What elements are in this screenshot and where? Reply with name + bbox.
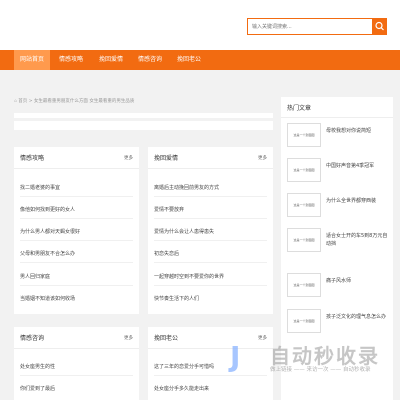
list-item[interactable]: 爱情不要放弃 — [154, 206, 184, 213]
card-love-tips: 情感攻略 更多 找二婚老婆的事宜 像他如何找到更好的女人 为什么男人都对天蝎女很… — [14, 147, 139, 314]
breadcrumb: ⌂ 首页 > 女生最看重男朋友什么方面 女生最看重的男生品质 — [14, 98, 134, 104]
more-link[interactable]: 更多 — [124, 155, 133, 161]
watermark: J 自动秒收录 做上链接 —— 来访一次 —— 自动秒收录 — [230, 333, 400, 383]
hot-item[interactable]: 这是一个封面图 为什么全世界都穿西装 — [287, 193, 392, 221]
divider — [20, 375, 133, 376]
divider — [154, 285, 267, 286]
main-nav: 网站首页 情感攻略 挽回爱情 情感咨询 挽回老公 — [0, 50, 400, 70]
divider — [20, 285, 133, 286]
divider — [281, 117, 393, 118]
list-item[interactable]: 为什么男人都对天蝎女很好 — [20, 228, 80, 235]
hot-item[interactable]: 这是一个封面图 适合女士开的车5到8万元自动挡 — [287, 228, 392, 256]
thumbnail-image: 这是一个封面图 — [287, 228, 321, 252]
search-button[interactable] — [373, 18, 387, 35]
divider — [20, 262, 133, 263]
thumbnail-image: 这是一个封面图 — [287, 273, 321, 297]
breadcrumb-text: 首页 > 女生最看重男朋友什么方面 女生最看重的男生品质 — [18, 99, 135, 104]
content-strip — [14, 121, 273, 130]
list-item[interactable]: 男人回归家庭 — [20, 273, 50, 280]
list-item[interactable]: 爱情为什么会让人患得患失 — [154, 228, 214, 235]
list-item[interactable]: 初恋失恋后 — [154, 250, 179, 257]
more-link[interactable]: 更多 — [258, 155, 267, 161]
divider — [14, 168, 139, 169]
watermark-logo: J — [230, 340, 241, 373]
more-link[interactable]: 更多 — [124, 335, 133, 341]
hot-title: 热门文章 — [287, 105, 312, 112]
thumbnail-image: 这是一个封面图 — [287, 193, 321, 217]
divider — [154, 262, 267, 263]
card-consult: 情感咨询 更多 处女座男生的性 你们爱到了最后 — [14, 327, 139, 400]
divider — [14, 348, 139, 349]
list-item[interactable]: 找二婚老婆的事宜 — [20, 184, 60, 191]
card-recover-love: 挽回爱情 更多 离婚后主动挽回前男友的方式 爱情不要放弃 爱情为什么会让人患得患… — [148, 147, 273, 314]
list-item[interactable]: 像他如何找到更好的女人 — [20, 206, 75, 213]
thumbnail-image: 这是一个封面图 — [287, 123, 321, 147]
list-item[interactable]: 离婚后主动挽回前男友的方式 — [154, 184, 219, 191]
divider — [20, 240, 133, 241]
list-item[interactable]: 快节奏生活下的人们 — [154, 295, 199, 302]
card-title: 挽回爱情 — [154, 155, 179, 162]
hot-item[interactable]: 这是一个封面图 中国好声音第4季冠军 — [287, 158, 392, 186]
list-item[interactable]: 当婚姻不知道该如何收场 — [20, 295, 75, 302]
list-item[interactable]: 一起穿越时空到不要爱你的世界 — [154, 273, 224, 280]
card-title: 情感攻略 — [20, 155, 45, 162]
nav-recover-love[interactable]: 挽回爱情 — [92, 50, 130, 70]
divider — [20, 196, 133, 197]
search-input[interactable] — [247, 18, 373, 35]
thumbnail-image: 这是一个封面图 — [287, 158, 321, 182]
nav-love-tips[interactable]: 情感攻略 — [52, 50, 90, 70]
hot-item-title[interactable]: 中国好声音第4季冠军 — [326, 162, 390, 170]
nav-home[interactable]: 网站首页 — [14, 50, 50, 70]
list-item[interactable]: 父母和男朋友不合怎么办 — [20, 250, 75, 257]
hot-item-title[interactable]: 孩子泛文化的理气息怎么办 — [326, 313, 390, 321]
nav-consult[interactable]: 情感咨询 — [131, 50, 169, 70]
hot-item-title[interactable]: 母校我想对你说简短 — [326, 127, 390, 135]
thumbnail-image: 这是一个封面图 — [287, 309, 321, 333]
divider — [154, 196, 267, 197]
spacer-panel — [14, 113, 273, 118]
nav-recover-husband[interactable]: 挽回老公 — [169, 50, 209, 70]
hot-item[interactable]: 这是一个封面图 母校我想对你说简短 — [287, 123, 392, 151]
hot-item-title[interactable]: 痛子风水师 — [326, 277, 390, 285]
list-item[interactable]: 处女座男生的性 — [20, 363, 55, 370]
search-icon — [375, 21, 384, 31]
hot-item-title[interactable]: 适合女士开的车5到8万元自动挡 — [326, 232, 390, 248]
divider — [148, 168, 273, 169]
card-title: 情感咨询 — [20, 335, 45, 342]
list-item[interactable]: 你们爱到了最后 — [20, 385, 55, 392]
divider — [20, 218, 133, 219]
hot-item[interactable]: 这是一个封面图 痛子风水师 — [287, 273, 392, 301]
divider — [154, 240, 267, 241]
divider — [154, 218, 267, 219]
hot-item-title[interactable]: 为什么全世界都穿西装 — [326, 197, 390, 205]
card-title: 挽回老公 — [154, 335, 179, 342]
list-item[interactable]: 处女座分手多久能走出来 — [154, 385, 209, 392]
watermark-subtext: 做上链接 —— 来访一次 —— 自动秒收录 — [270, 367, 371, 373]
list-item[interactable]: 这了三年的恋爱分手可惜吗 — [154, 363, 214, 370]
